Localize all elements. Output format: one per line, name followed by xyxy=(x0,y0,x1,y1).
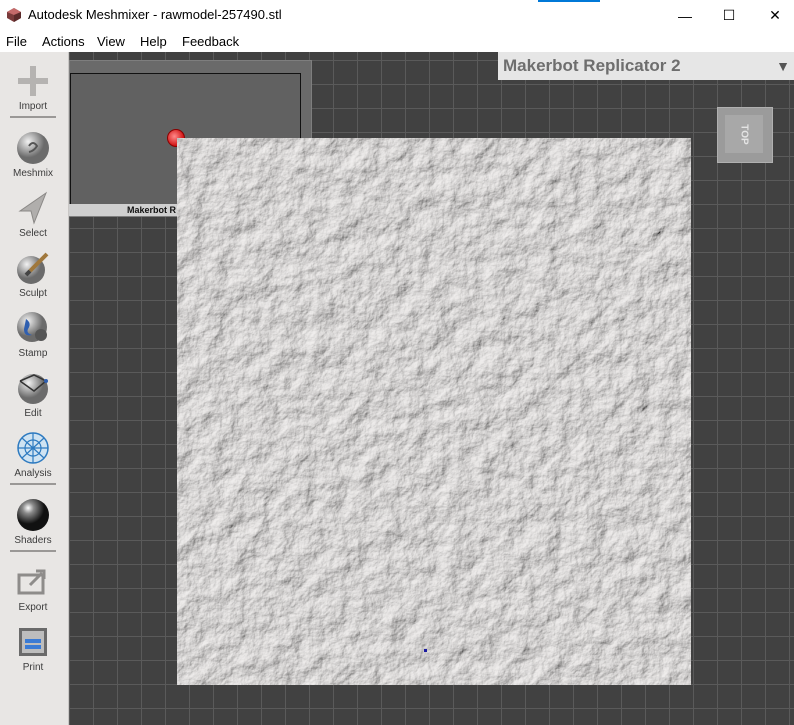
menu-bar: File Actions View Help Feedback xyxy=(0,31,794,53)
title-bar: Autodesk Meshmixer - rawmodel-257490.stl… xyxy=(0,0,794,31)
3d-viewport[interactable]: Makerbot R Makerbot Replicator 2 ▼ TOP xyxy=(69,52,794,725)
maximize-button[interactable]: ☐ xyxy=(706,0,752,31)
tool-export-label: Export xyxy=(18,602,48,613)
view-cube-label: TOP xyxy=(738,123,750,145)
dropdown-arrow-icon[interactable]: ▼ xyxy=(776,58,790,74)
tool-select[interactable]: Select xyxy=(0,184,66,244)
tool-edit[interactable]: Edit xyxy=(0,364,66,424)
tool-edit-label: Edit xyxy=(24,408,42,419)
maximize-icon: ☐ xyxy=(722,7,736,23)
menu-view[interactable]: View xyxy=(97,34,125,49)
tool-stamp-label: Stamp xyxy=(18,348,48,359)
menu-actions[interactable]: Actions xyxy=(42,34,85,49)
tool-analysis[interactable]: Analysis xyxy=(0,424,66,484)
cursor-marker xyxy=(424,649,427,652)
tool-sculpt[interactable]: Sculpt xyxy=(0,244,66,304)
tool-print-label: Print xyxy=(22,662,44,673)
tool-meshmix-label: Meshmix xyxy=(12,168,53,179)
tool-meshmix[interactable]: Meshmix xyxy=(0,124,66,184)
stamp-icon xyxy=(15,310,51,346)
meshmix-sphere-icon xyxy=(15,130,51,166)
menu-file[interactable]: File xyxy=(6,34,27,49)
printer-selector[interactable]: Makerbot Replicator 2 ▼ xyxy=(498,52,794,80)
select-arrow-icon xyxy=(15,190,51,226)
close-icon: ✕ xyxy=(769,7,781,23)
terrain-surface xyxy=(177,138,691,685)
toolbar-divider xyxy=(10,483,56,485)
printer-icon xyxy=(15,624,51,660)
brush-sphere-icon xyxy=(15,250,51,286)
toolbar-divider xyxy=(10,550,56,552)
printer-name: Makerbot Replicator 2 xyxy=(503,56,681,75)
tool-stamp[interactable]: Stamp xyxy=(0,304,66,364)
shader-sphere-icon xyxy=(15,497,51,533)
view-cube[interactable]: TOP xyxy=(717,107,773,163)
meshmixer-logo-icon xyxy=(7,8,21,22)
tool-shaders-label: Shaders xyxy=(14,535,52,546)
export-icon xyxy=(15,564,51,600)
minimize-icon: — xyxy=(678,7,692,24)
tool-import[interactable]: Import xyxy=(0,57,66,117)
build-plate-label: Makerbot R xyxy=(127,205,177,215)
tool-sidebar: Import Meshmix Select Sculpt Stamp Edit xyxy=(0,52,69,725)
terrain-model[interactable] xyxy=(177,138,691,685)
close-button[interactable]: ✕ xyxy=(752,0,794,31)
menu-help[interactable]: Help xyxy=(140,34,167,49)
edit-sphere-icon xyxy=(15,370,51,406)
minimize-button[interactable]: — xyxy=(662,0,708,31)
tool-export[interactable]: Export xyxy=(0,558,66,618)
tool-analysis-label: Analysis xyxy=(14,468,52,479)
window-title: Autodesk Meshmixer - rawmodel-257490.stl xyxy=(28,7,282,22)
tool-select-label: Select xyxy=(19,228,47,239)
title-accent-line xyxy=(538,0,600,2)
tool-sculpt-label: Sculpt xyxy=(19,288,47,299)
tool-print[interactable]: Print xyxy=(0,618,66,678)
toolbar-divider xyxy=(10,116,56,118)
view-cube-top-face[interactable]: TOP xyxy=(725,115,763,153)
plus-icon xyxy=(15,63,51,99)
build-plate-label-tab: Makerbot R xyxy=(69,204,177,216)
menu-feedback[interactable]: Feedback xyxy=(182,34,239,49)
tool-import-label: Import xyxy=(18,101,48,112)
analysis-sphere-icon xyxy=(15,430,51,466)
tool-shaders[interactable]: Shaders xyxy=(0,491,66,551)
